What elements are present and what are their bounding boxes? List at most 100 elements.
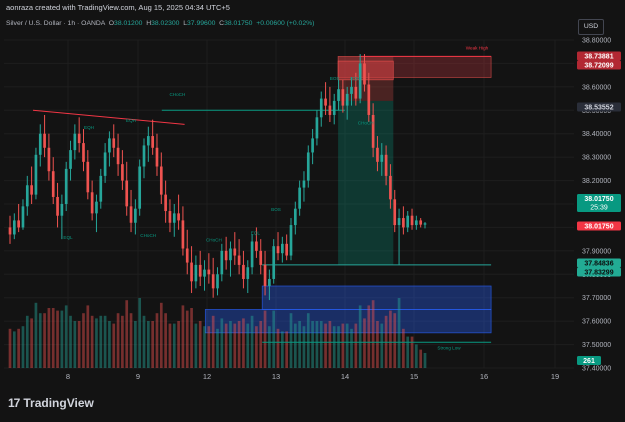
candle-body <box>293 208 297 226</box>
candle-body <box>311 138 314 153</box>
annotation-label: Weak High <box>466 45 489 50</box>
volume-bar <box>363 318 366 368</box>
y-tick-label: 37.40000 <box>582 366 611 373</box>
candle-body <box>95 201 98 214</box>
candle-body <box>281 243 284 254</box>
volume-bar <box>268 326 271 368</box>
tradingview-mark-icon: 17 <box>8 396 20 410</box>
candle-body <box>190 262 193 282</box>
volume-bar <box>64 305 68 368</box>
candle-body <box>121 164 124 181</box>
candle-body <box>337 89 340 101</box>
volume-bar <box>259 321 263 368</box>
candle-body <box>203 269 206 277</box>
candle-body <box>43 133 46 148</box>
volume-bar <box>397 298 401 368</box>
candle-body <box>56 196 59 216</box>
volume-bar <box>30 318 33 368</box>
volume-bar <box>211 315 215 368</box>
volume-bar <box>302 326 306 368</box>
candle-body <box>151 136 154 148</box>
candle-body <box>51 171 55 197</box>
volume-bar <box>142 315 146 368</box>
y-tick-label: 38.20000 <box>582 178 611 185</box>
y-tick-label: 37.50000 <box>582 342 611 349</box>
volume-bar <box>263 310 267 368</box>
volume-bar <box>138 298 142 368</box>
volume-bar <box>389 310 392 368</box>
candle-body <box>142 145 146 167</box>
candle-body <box>17 220 20 228</box>
candle-body <box>285 243 289 256</box>
volume-bar <box>423 352 427 368</box>
volume-bar <box>285 331 289 368</box>
countdown-label: 25:39 <box>590 205 608 212</box>
volume-bar <box>242 318 245 368</box>
volume-bar <box>164 313 167 368</box>
volume-bar <box>129 313 133 368</box>
volume-bar <box>376 321 379 368</box>
volume-bar <box>345 323 349 368</box>
candle-body <box>263 264 267 286</box>
candle-body <box>155 147 159 167</box>
candle-body <box>211 274 215 289</box>
candle-body <box>181 220 185 249</box>
volume-bar <box>185 310 189 368</box>
candle-body <box>185 248 189 263</box>
demand-zone <box>261 285 492 310</box>
volume-bar <box>99 315 103 368</box>
candle-body <box>146 136 150 146</box>
price-tag-label: 38.01750 <box>584 196 613 203</box>
candle-body <box>12 220 16 235</box>
volume-bar <box>341 323 345 368</box>
volume-bar <box>380 323 384 368</box>
volume-bar <box>255 326 258 368</box>
volume-bar <box>328 321 332 368</box>
tradingview-logo: 17 TradingView <box>8 396 94 410</box>
volume-bar <box>367 305 371 368</box>
annotation-label: CHoCH <box>169 92 185 97</box>
price-tag-label: 38.01750 <box>584 223 613 230</box>
volume-bar <box>181 305 185 368</box>
candle-body <box>229 248 232 261</box>
candle-body <box>129 206 133 223</box>
volume-tag-label: 261 <box>583 358 595 365</box>
candle-body <box>99 175 103 202</box>
candle-body <box>380 154 384 162</box>
volume-bar <box>246 323 250 368</box>
candle-body <box>324 98 327 106</box>
candle-body <box>60 204 64 216</box>
candle-body <box>363 63 366 85</box>
candle-body <box>8 227 12 235</box>
candle-body <box>354 86 358 99</box>
volume-bar <box>34 302 38 368</box>
candle-body <box>138 166 142 209</box>
candle-body <box>255 241 258 251</box>
volume-bar <box>177 321 180 368</box>
candle-body <box>315 117 319 139</box>
annotation-label: CHoCH <box>140 233 156 238</box>
candle-body <box>82 143 85 162</box>
volume-bar <box>220 318 224 368</box>
volume-bar <box>281 331 284 368</box>
volume-bar <box>69 315 72 368</box>
candle-body <box>194 264 198 282</box>
price-tag-label: 38.53552 <box>584 104 613 111</box>
candle-body <box>233 248 237 256</box>
annotation-label: Strong Low <box>437 345 461 350</box>
x-tick-label: 8 <box>66 372 70 381</box>
volume-bar <box>358 305 362 368</box>
candle-body <box>328 105 332 115</box>
candle-body <box>242 264 245 279</box>
volume-bar <box>402 328 405 368</box>
x-tick-label: 12 <box>203 372 211 381</box>
price-tag-label: 38.72099 <box>584 62 613 69</box>
volume-bar <box>276 328 280 368</box>
candle-body <box>276 246 280 254</box>
time-axis[interactable]: 8 9 12 13 14 15 16 19 <box>66 372 559 381</box>
volume-bar <box>272 310 276 368</box>
volume-bar <box>125 300 129 368</box>
candle-body <box>47 147 51 172</box>
price-chart[interactable]: CHoCH Weak High Strong Low EQL EQH EQH CHoCH CH… <box>0 0 625 384</box>
annotation-label: EQL <box>63 235 73 240</box>
